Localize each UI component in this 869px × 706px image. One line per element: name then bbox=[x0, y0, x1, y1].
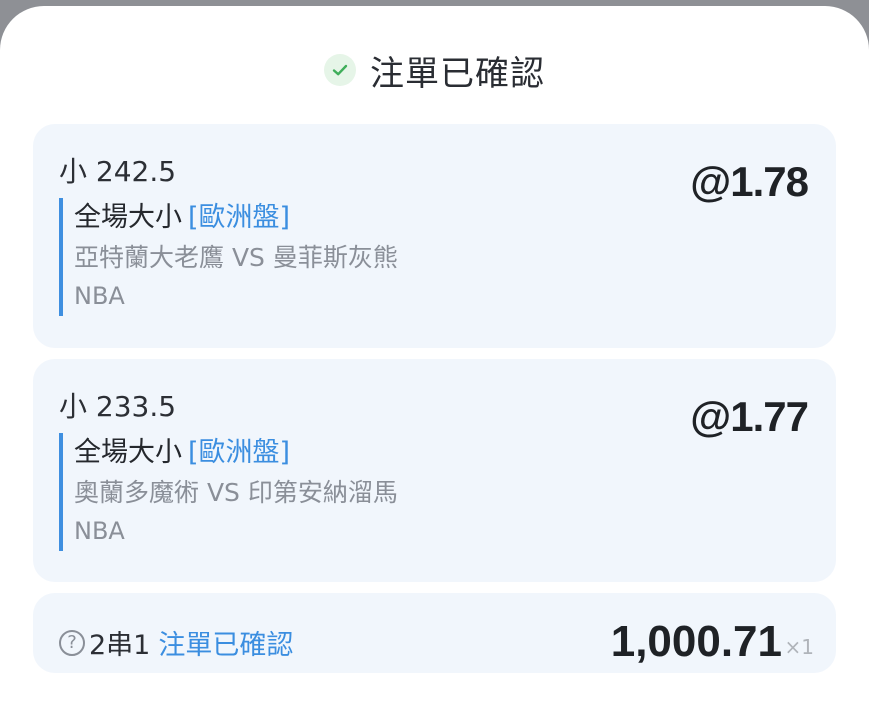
confirmation-header: 注單已確認 bbox=[0, 48, 869, 94]
question-circle-icon[interactable]: ? bbox=[59, 629, 85, 656]
parlay-amount: 1,000.71 bbox=[610, 617, 782, 666]
confirmation-title: 注單已確認 bbox=[370, 53, 545, 94]
bet-market: 全場大小 [歐洲盤] bbox=[74, 433, 398, 473]
bet-confirmation-sheet: 注單已確認 小 242.5 @1.78 全場大小 [歐洲盤] 亞特蘭大老鷹 VS … bbox=[0, 6, 869, 706]
parlay-info: ? 2串1 注單已確認 bbox=[59, 623, 293, 662]
market-type-tag: [歐洲盤] bbox=[188, 437, 291, 468]
market-name: 全場大小 bbox=[74, 437, 182, 468]
bet-league: NBA bbox=[74, 517, 125, 545]
bet-details: 全場大小 [歐洲盤] 奧蘭多魔術 VS 印第安納溜馬 NBA bbox=[59, 433, 398, 551]
market-type-tag: [歐洲盤] bbox=[188, 202, 291, 233]
parlay-amount-suffix: ×1 bbox=[784, 635, 814, 659]
bet-odds: @1.78 bbox=[690, 158, 809, 205]
bet-matchup: 亞特蘭大老鷹 VS 曼菲斯灰熊 bbox=[74, 243, 398, 272]
bet-matchup: 奧蘭多魔術 VS 印第安納溜馬 bbox=[74, 478, 398, 507]
bet-odds: @1.77 bbox=[690, 393, 809, 440]
bet-details: 全場大小 [歐洲盤] 亞特蘭大老鷹 VS 曼菲斯灰熊 NBA bbox=[59, 198, 398, 316]
bet-card[interactable]: 小 242.5 @1.78 全場大小 [歐洲盤] 亞特蘭大老鷹 VS 曼菲斯灰熊 … bbox=[33, 124, 836, 348]
parlay-status: 注單已確認 bbox=[158, 630, 294, 661]
parlay-type: 2串1 bbox=[89, 630, 151, 661]
parlay-summary-card[interactable]: ? 2串1 注單已確認 1,000.71 ×1 bbox=[33, 593, 836, 673]
bet-selection: 小 233.5 bbox=[59, 390, 177, 423]
market-name: 全場大小 bbox=[74, 202, 182, 233]
bet-card[interactable]: 小 233.5 @1.77 全場大小 [歐洲盤] 奧蘭多魔術 VS 印第安納溜馬 … bbox=[33, 359, 836, 582]
bet-league: NBA bbox=[74, 282, 125, 310]
bet-market: 全場大小 [歐洲盤] bbox=[74, 198, 398, 238]
bet-selection: 小 242.5 bbox=[59, 155, 177, 188]
check-circle-icon bbox=[324, 54, 356, 86]
